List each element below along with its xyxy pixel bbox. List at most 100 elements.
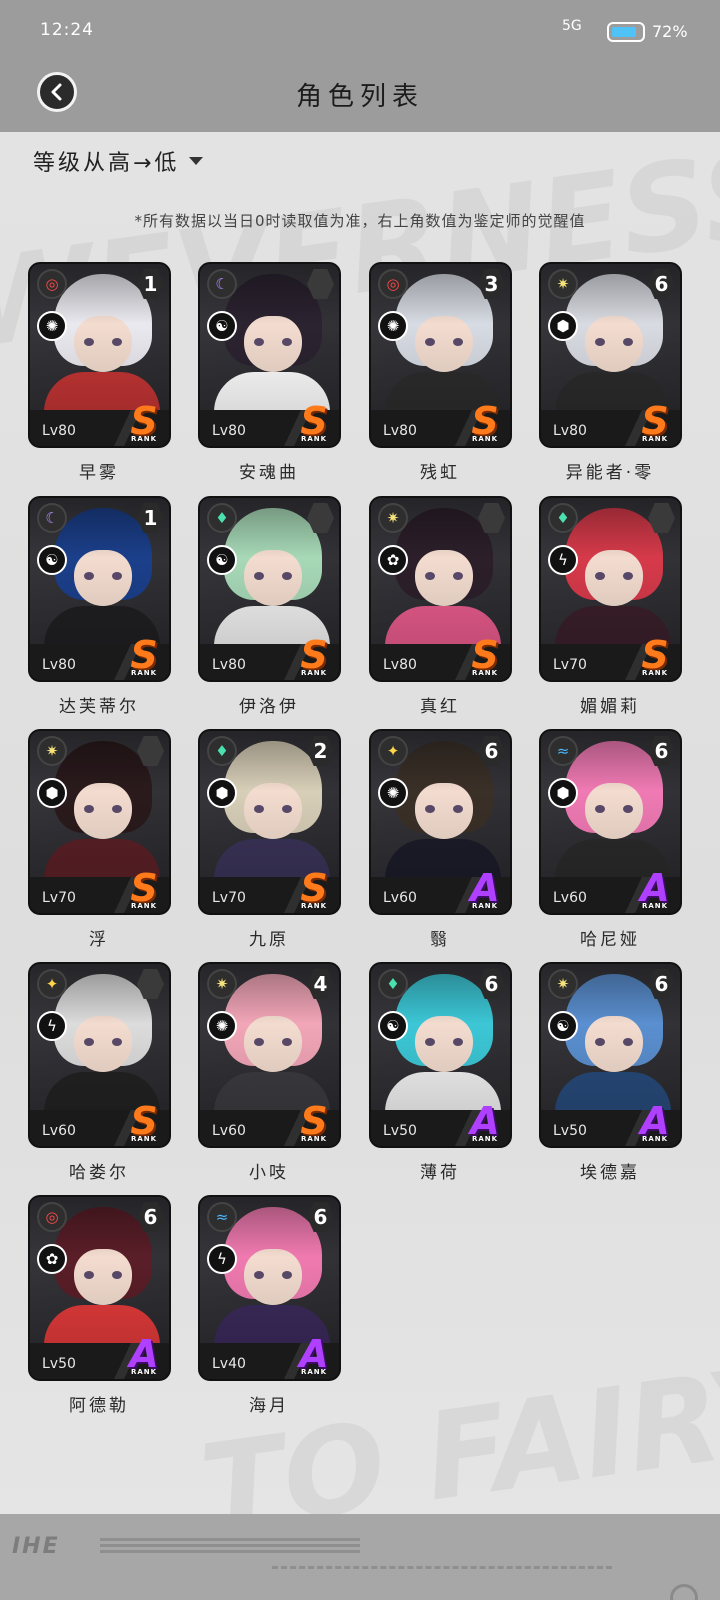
element-icon: ☾	[207, 269, 237, 299]
character-name: 薄荷	[420, 1163, 460, 1183]
character-card[interactable]: ✦ ϟ Lv60 S RANK	[28, 962, 171, 1148]
character-card[interactable]: ◎ ✿ 6 Lv50 A RANK	[28, 1195, 171, 1381]
rank-caption: RANK	[471, 902, 499, 910]
character-card[interactable]: ◎ ✺ 3 Lv80 S RANK	[369, 262, 512, 448]
level-label: Lv40	[212, 1356, 246, 1372]
rank-caption: RANK	[471, 669, 499, 677]
awaken-value: 6	[484, 972, 499, 996]
element-icon: ✷	[37, 736, 67, 766]
character-card[interactable]: ✷ ⬢ Lv70 S RANK	[28, 729, 171, 915]
class-icon: ϟ	[37, 1011, 67, 1041]
class-icon: ϟ	[207, 1244, 237, 1274]
level-label: Lv80	[42, 657, 76, 673]
level-label: Lv50	[383, 1123, 417, 1139]
level-label: Lv50	[553, 1123, 587, 1139]
element-icon: ✦	[37, 969, 67, 999]
rank-caption: RANK	[300, 435, 328, 443]
element-icon: ✷	[207, 969, 237, 999]
character-name: 阿德勒	[69, 1396, 129, 1416]
character-name: 九原	[249, 930, 289, 950]
level-label: Lv80	[383, 423, 417, 439]
character-card[interactable]: ♦ ☯ Lv80 S RANK	[198, 496, 341, 682]
character-card[interactable]: ✷ ⬢ 6 Lv80 S RANK	[539, 262, 682, 448]
character-card[interactable]: ✷ ✺ 4 Lv60 S RANK	[198, 962, 341, 1148]
awaken-value: 1	[143, 506, 158, 530]
rank-badge: A RANK	[466, 869, 504, 910]
character-name: 达芙蒂尔	[59, 697, 139, 717]
level-label: Lv60	[383, 890, 417, 906]
character-card[interactable]: ☾ ☯ 1 Lv80 S RANK	[28, 496, 171, 682]
class-icon: ☯	[207, 545, 237, 575]
class-icon: ⬢	[207, 778, 237, 808]
rank-badge: S RANK	[125, 869, 163, 910]
level-label: Lv80	[212, 423, 246, 439]
element-icon: ◎	[37, 1202, 67, 1232]
rank-caption: RANK	[471, 1135, 499, 1143]
character-name: 哈尼娅	[580, 930, 640, 950]
rank-caption: RANK	[300, 669, 328, 677]
level-label: Lv50	[42, 1356, 76, 1372]
game-logo: IHE	[12, 1534, 60, 1559]
rank-caption: RANK	[130, 435, 158, 443]
awaken-value: 3	[484, 272, 499, 296]
rank-badge: S RANK	[125, 636, 163, 677]
element-icon: ♦	[378, 969, 408, 999]
awaken-value: 6	[484, 739, 499, 763]
class-icon: ☯	[548, 1011, 578, 1041]
rank-caption: RANK	[641, 669, 669, 677]
element-icon: ✷	[548, 969, 578, 999]
character-name: 小吱	[249, 1163, 289, 1183]
character-card[interactable]: ✷ ✿ Lv80 S RANK	[369, 496, 512, 682]
awaken-value: 6	[654, 972, 669, 996]
character-name: 残虹	[420, 463, 460, 483]
character-card[interactable]: ◎ ✺ 1 Lv80 S RANK	[28, 262, 171, 448]
rank-badge: S RANK	[636, 636, 674, 677]
element-icon: ◎	[378, 269, 408, 299]
rank-caption: RANK	[130, 1135, 158, 1143]
awaken-value: 6	[313, 1205, 328, 1229]
character-name: 哈娄尔	[69, 1163, 129, 1183]
character-card[interactable]: ≈ ϟ 6 Lv40 A RANK	[198, 1195, 341, 1381]
element-icon: ≈	[548, 736, 578, 766]
level-label: Lv80	[553, 423, 587, 439]
rank-badge: S RANK	[295, 636, 333, 677]
class-icon: ☯	[37, 545, 67, 575]
rank-caption: RANK	[471, 435, 499, 443]
awaken-value: 6	[654, 272, 669, 296]
rank-badge: S RANK	[295, 1102, 333, 1143]
rank-caption: RANK	[300, 902, 328, 910]
character-card[interactable]: ♦ ☯ 6 Lv50 A RANK	[369, 962, 512, 1148]
rank-badge: S RANK	[466, 402, 504, 443]
character-card[interactable]: ✷ ☯ 6 Lv50 A RANK	[539, 962, 682, 1148]
element-icon: ♦	[207, 503, 237, 533]
character-name: 媚媚莉	[580, 697, 640, 717]
character-card[interactable]: ≈ ⬢ 6 Lv60 A RANK	[539, 729, 682, 915]
class-icon: ☯	[378, 1011, 408, 1041]
character-name: 翳	[430, 930, 450, 950]
character-card[interactable]: ✦ ✺ 6 Lv60 A RANK	[369, 729, 512, 915]
character-card[interactable]: ♦ ⬢ 2 Lv70 S RANK	[198, 729, 341, 915]
awaken-value: 2	[313, 739, 328, 763]
level-label: Lv70	[212, 890, 246, 906]
character-name: 海月	[249, 1396, 289, 1416]
character-card[interactable]: ♦ ϟ Lv70 S RANK	[539, 496, 682, 682]
level-label: Lv60	[42, 1123, 76, 1139]
character-name: 安魂曲	[239, 463, 299, 483]
class-icon: ✺	[37, 311, 67, 341]
element-icon: ✷	[548, 269, 578, 299]
element-icon: ♦	[207, 736, 237, 766]
level-label: Lv60	[553, 890, 587, 906]
character-name: 埃德嘉	[580, 1163, 640, 1183]
character-name: 浮	[89, 930, 109, 950]
rank-badge: S RANK	[295, 402, 333, 443]
character-name: 早雾	[79, 463, 119, 483]
decorative-lines	[100, 1538, 360, 1562]
class-icon: ⬢	[37, 778, 67, 808]
level-label: Lv80	[383, 657, 417, 673]
character-grid: ◎ ✺ 1 Lv80 S RANK 早雾 ☾ ☯ Lv80 S RANK 安魂曲	[0, 0, 720, 1600]
rank-caption: RANK	[300, 1368, 328, 1376]
element-icon: ✦	[378, 736, 408, 766]
rank-badge: S RANK	[295, 869, 333, 910]
rank-badge: S RANK	[125, 1102, 163, 1143]
character-card[interactable]: ☾ ☯ Lv80 S RANK	[198, 262, 341, 448]
